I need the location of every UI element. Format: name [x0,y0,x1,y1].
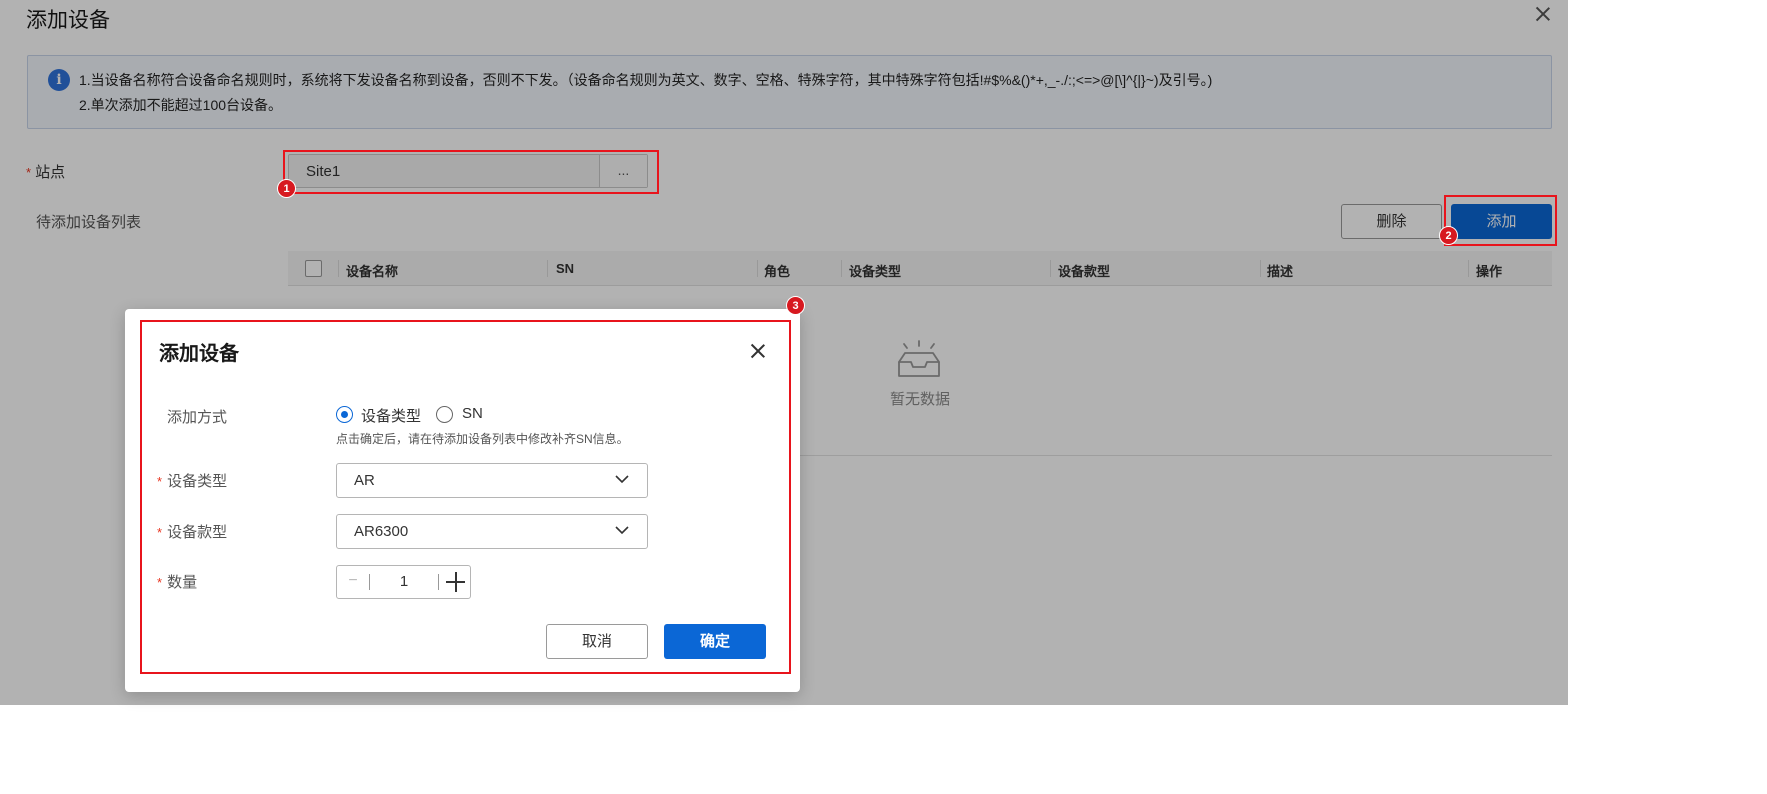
callout-frame-site [283,150,659,194]
callout-frame-add [1444,195,1557,246]
callout-badge-1: 1 [277,179,296,198]
callout-frame-dialog [140,320,791,674]
callout-badge-2: 2 [1439,226,1458,245]
callout-badge-3: 3 [786,296,805,315]
